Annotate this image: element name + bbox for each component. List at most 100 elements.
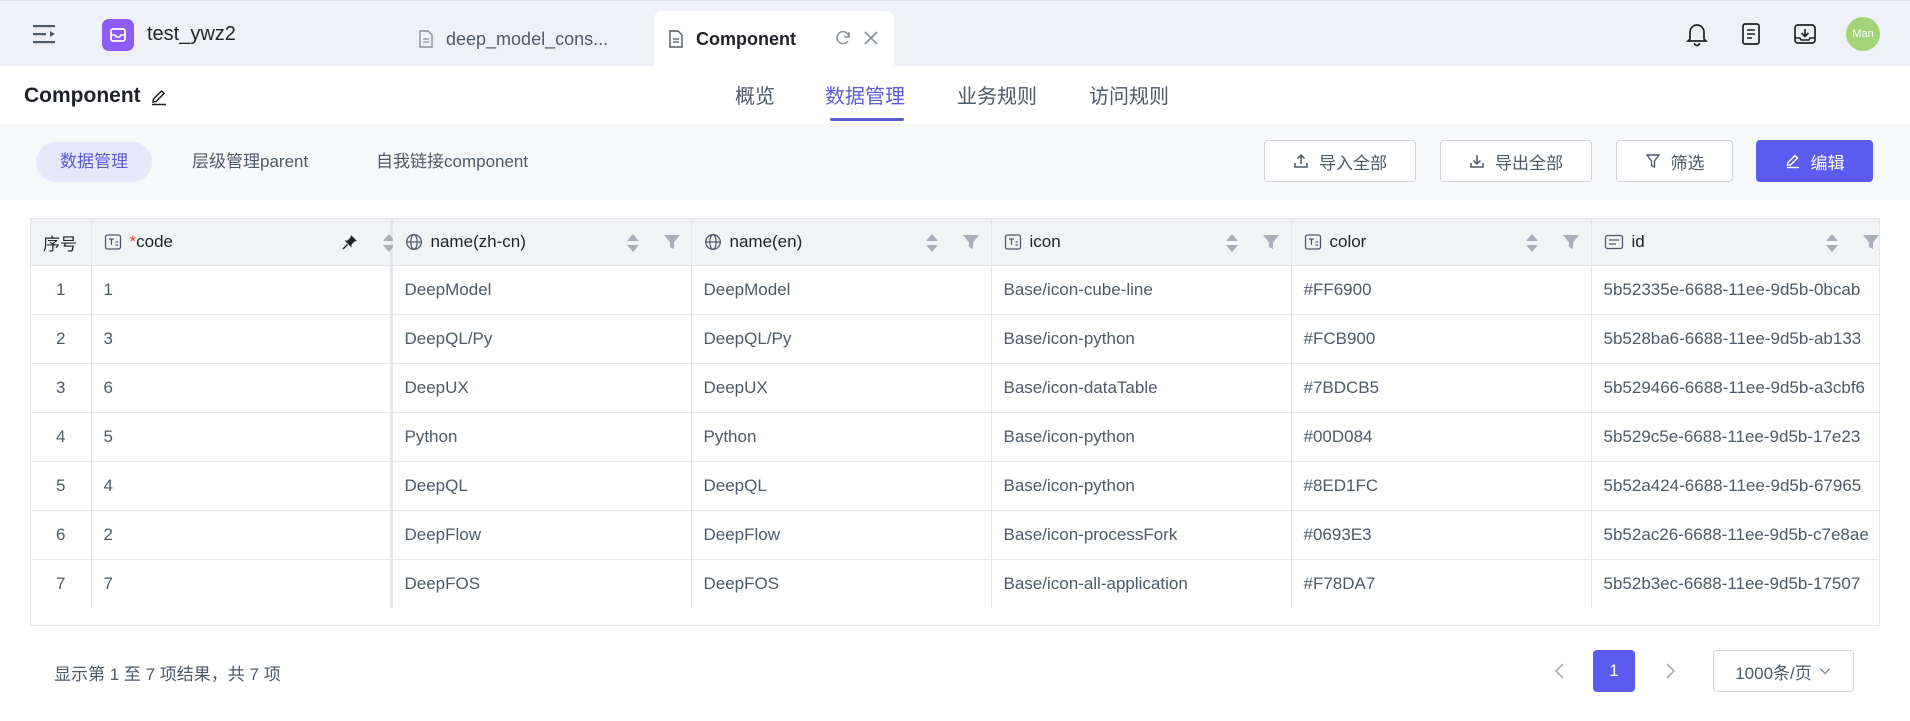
page-number-button[interactable]: 1 [1593, 650, 1635, 692]
cell-id: 5b52b3ec-6688-11ee-9d5b-17507 [1591, 559, 1879, 608]
cell-color: #F78DA7 [1291, 559, 1592, 608]
sort-icon[interactable] [1824, 232, 1840, 254]
column-filter-icon[interactable] [663, 233, 681, 251]
text-field-icon [1004, 234, 1021, 250]
tab-access-rules[interactable]: 访问规则 [1089, 80, 1169, 109]
table-row[interactable]: 5 4 DeepQL DeepQL Base/icon-python #8ED1… [31, 461, 1879, 511]
avatar[interactable]: Man [1846, 17, 1880, 51]
cell-color: #8ED1FC [1291, 461, 1592, 511]
cell-index: 5 [31, 461, 92, 511]
pagination-summary: 显示第 1 至 7 项结果，共 7 项 [54, 665, 281, 684]
cell-icon: Base/icon-processFork [991, 510, 1292, 560]
cell-code: 4 [91, 461, 393, 511]
column-filter-icon[interactable] [1262, 233, 1280, 251]
column-header-code[interactable]: * code [91, 219, 437, 266]
table-row[interactable]: 7 7 DeepFOS DeepFOS Base/icon-all-applic… [31, 559, 1879, 608]
tab-overview[interactable]: 概览 [735, 80, 775, 109]
download-inbox-icon[interactable] [1792, 21, 1818, 47]
tab-deep-model-cons[interactable]: deep_model_cons... [410, 11, 640, 67]
tab-data-management[interactable]: 数据管理 [825, 80, 905, 109]
document-icon [669, 30, 683, 48]
text-field-icon [104, 234, 121, 250]
top-bar: test_ywz2 deep_model_cons... Component M… [0, 0, 1910, 67]
page-size-select[interactable]: 1000条/页 [1713, 650, 1854, 692]
filter-button[interactable]: 筛选 [1616, 140, 1733, 182]
cell-color: #FF6900 [1291, 265, 1592, 315]
cell-name-en: DeepFlow [691, 510, 992, 560]
column-filter-icon[interactable] [1562, 233, 1580, 251]
cell-icon: Base/icon-all-application [991, 559, 1292, 608]
pin-icon[interactable] [341, 233, 359, 251]
table-header-row: 序号 * code name(zh-cn) name(en) icon colo… [31, 219, 1880, 266]
subtab-data-management[interactable]: 数据管理 [36, 142, 152, 182]
cell-name-en: DeepQL/Py [691, 314, 992, 364]
chevron-right-icon[interactable] [1660, 659, 1680, 683]
cell-code: 7 [91, 559, 393, 608]
document-list-icon[interactable] [1738, 21, 1764, 47]
cell-code: 1 [91, 265, 393, 315]
cell-id: 5b528ba6-6688-11ee-9d5b-ab133 [1591, 314, 1879, 364]
active-tab-indicator [830, 118, 904, 121]
tab-label: Component [696, 28, 796, 49]
cell-name-zh-cn: DeepUX [391, 363, 692, 413]
import-all-button[interactable]: 导入全部 [1264, 140, 1416, 182]
bell-icon[interactable] [1684, 21, 1710, 47]
download-icon [1470, 155, 1484, 168]
cell-icon: Base/icon-cube-line [991, 265, 1292, 315]
cell-name-zh-cn: DeepQL [391, 461, 692, 511]
column-header-index: 序号 [31, 219, 92, 266]
column-header-name-en[interactable]: name(en) [691, 219, 992, 266]
cell-name-zh-cn: Python [391, 412, 692, 462]
table-row[interactable]: 3 6 DeepUX DeepUX Base/icon-dataTable #7… [31, 363, 1879, 413]
column-header-name-zh-cn[interactable]: name(zh-cn) [391, 219, 692, 266]
cell-index: 4 [31, 412, 92, 462]
column-filter-icon[interactable] [1862, 233, 1880, 251]
subtab-hierarchy-parent[interactable]: 层级管理parent [192, 142, 308, 182]
cell-id: 5b529c5e-6688-11ee-9d5b-17e23 [1591, 412, 1879, 462]
cell-id: 5b52335e-6688-11ee-9d5b-0bcab [1591, 265, 1879, 315]
cell-index: 1 [31, 265, 92, 315]
tab-component[interactable]: Component [654, 11, 894, 67]
menu-toggle-icon[interactable] [32, 23, 58, 45]
sort-icon[interactable] [1224, 232, 1240, 254]
cell-color: #0693E3 [1291, 510, 1592, 560]
table-row[interactable]: 2 3 DeepQL/Py DeepQL/Py Base/icon-python… [31, 314, 1879, 364]
cell-icon: Base/icon-python [991, 314, 1292, 364]
column-header-icon[interactable]: icon [991, 219, 1292, 266]
subtab-self-link-component[interactable]: 自我链接component [376, 142, 528, 182]
tab-label: deep_model_cons... [446, 28, 609, 49]
close-icon[interactable] [862, 29, 880, 47]
app-logo-icon [102, 19, 134, 51]
cell-name-zh-cn: DeepQL/Py [391, 314, 692, 364]
cell-id: 5b52a424-6688-11ee-9d5b-67965 [1591, 461, 1879, 511]
table-row[interactable]: 4 5 Python Python Base/icon-python #00D0… [31, 412, 1879, 462]
column-header-id[interactable]: id [1591, 219, 1880, 266]
table-row[interactable]: 6 2 DeepFlow DeepFlow Base/icon-processF… [31, 510, 1879, 560]
cell-name-en: DeepFOS [691, 559, 992, 608]
sort-icon[interactable] [625, 232, 641, 254]
cell-name-zh-cn: DeepModel [391, 265, 692, 315]
refresh-icon[interactable] [834, 29, 852, 47]
export-all-button[interactable]: 导出全部 [1440, 140, 1592, 182]
table-row[interactable]: 1 1 DeepModel DeepModel Base/icon-cube-l… [31, 265, 1879, 315]
cell-icon: Base/icon-python [991, 412, 1292, 462]
cell-name-zh-cn: DeepFlow [391, 510, 692, 560]
tab-business-rules[interactable]: 业务规则 [957, 80, 1037, 109]
cell-index: 2 [31, 314, 92, 364]
edit-button[interactable]: 编辑 [1756, 140, 1873, 182]
column-filter-icon[interactable] [962, 233, 980, 251]
required-marker: * [129, 232, 137, 251]
cell-id: 5b529466-6688-11ee-9d5b-a3cbf6 [1591, 363, 1879, 413]
cell-name-en: DeepQL [691, 461, 992, 511]
chevron-left-icon[interactable] [1550, 659, 1570, 683]
cell-index: 7 [31, 559, 92, 608]
column-header-color[interactable]: color [1291, 219, 1592, 266]
cell-icon: Base/icon-python [991, 461, 1292, 511]
globe-icon [704, 234, 721, 250]
edit-pencil-icon[interactable] [150, 88, 168, 106]
cell-color: #FCB900 [1291, 314, 1592, 364]
page-title: Component [24, 84, 141, 107]
data-table: 序号 * code name(zh-cn) name(en) icon colo… [30, 218, 1880, 626]
sort-icon[interactable] [924, 232, 940, 254]
sort-icon[interactable] [1524, 232, 1540, 254]
